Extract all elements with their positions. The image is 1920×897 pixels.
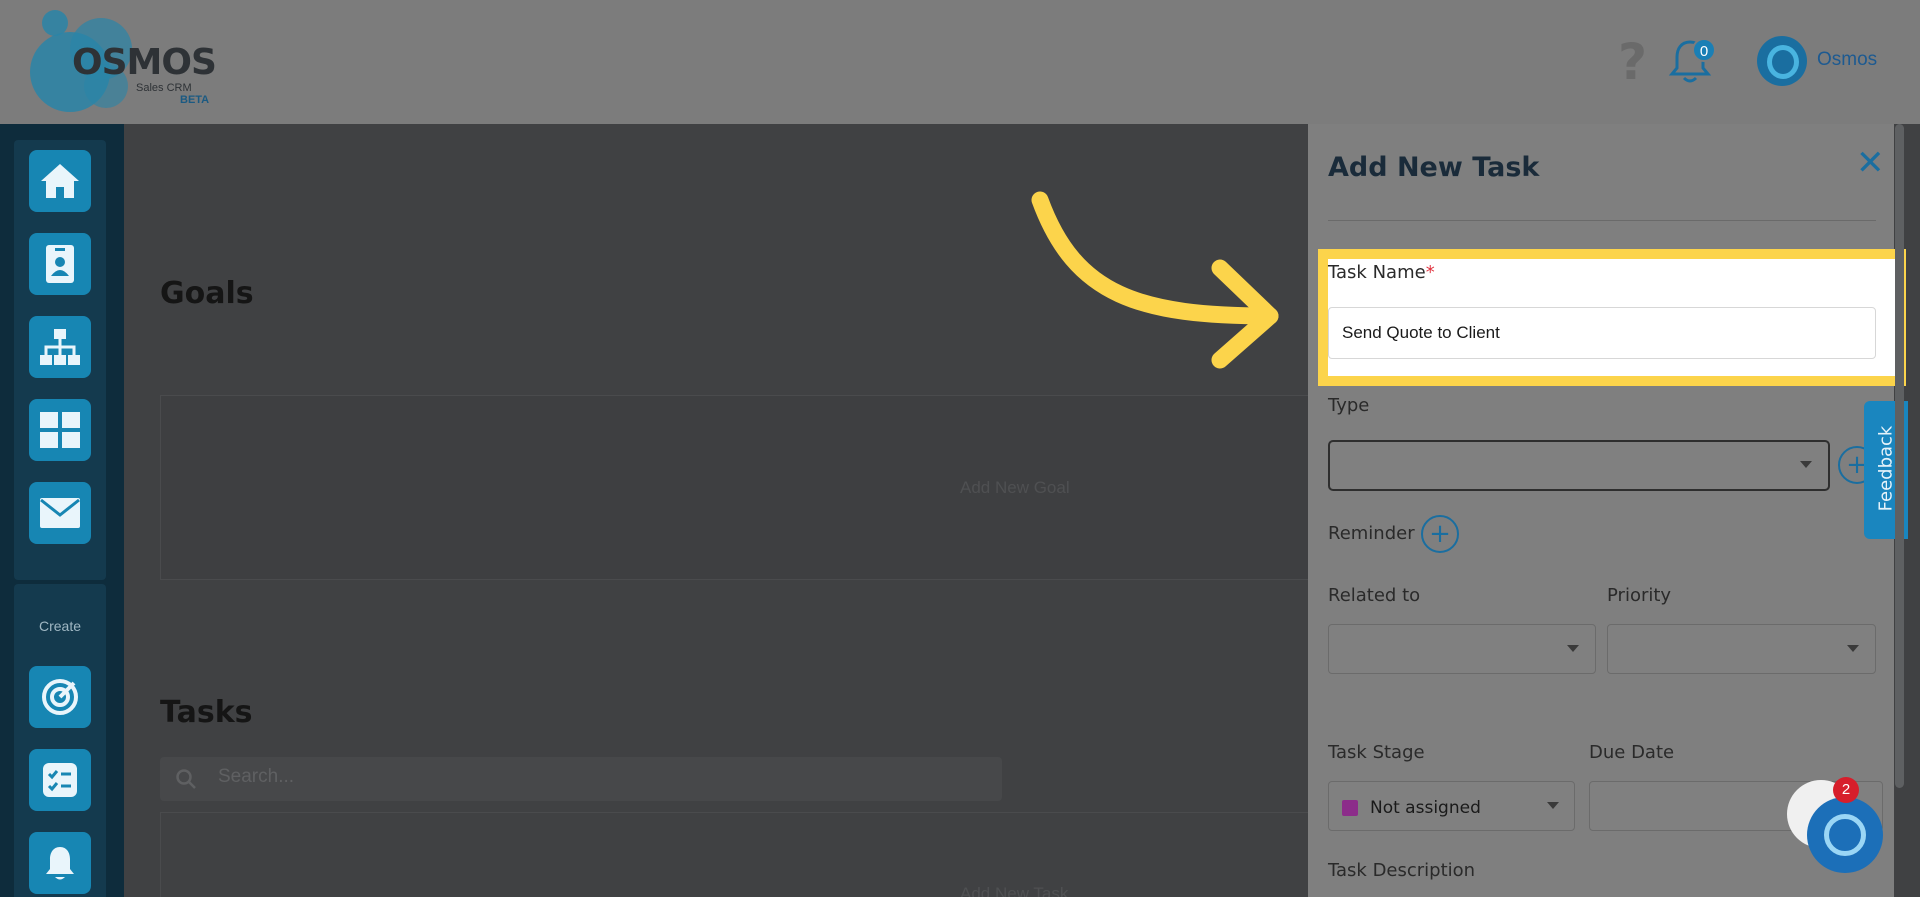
task-stage-label: Task Stage — [1328, 742, 1425, 763]
home-icon — [41, 164, 79, 198]
logo-beta-tag: BETA — [180, 94, 210, 106]
drawer-title: Add New Task — [1328, 152, 1540, 183]
chevron-down-icon — [1547, 802, 1559, 809]
tasks-search-input[interactable]: Search... — [218, 766, 294, 788]
sidebar-create-reminder-button[interactable] — [29, 832, 91, 894]
add-reminder-button[interactable]: + — [1421, 515, 1459, 553]
feedback-label: Feedback — [1875, 425, 1897, 512]
add-new-task-link[interactable]: Add New Task — [960, 884, 1068, 897]
org-chart-icon — [40, 329, 80, 365]
task-name-label: Task Name* — [1328, 262, 1435, 283]
related-to-select[interactable] — [1328, 624, 1596, 674]
type-label: Type — [1328, 395, 1370, 416]
logo-word: OSMOS — [72, 42, 217, 83]
top-header: OSMOS Sales CRM BETA ? 0 Osmos — [0, 0, 1920, 124]
sidebar-create-label: Create — [38, 618, 82, 634]
add-new-goal-link[interactable]: Add New Goal — [960, 478, 1070, 498]
task-name-label-text: Task Name — [1328, 262, 1426, 283]
related-to-label: Related to — [1328, 585, 1421, 606]
sidebar-create-group: Create — [14, 584, 106, 897]
required-asterisk: * — [1425, 262, 1435, 283]
stage-color-swatch — [1342, 800, 1358, 816]
tasks-panel — [160, 812, 1330, 897]
target-icon — [42, 679, 78, 715]
contact-card-icon — [46, 245, 74, 283]
sidebar-nav-group — [14, 140, 106, 580]
scrollbar-thumb[interactable] — [1895, 124, 1904, 788]
goals-panel — [160, 395, 1330, 580]
checklist-icon — [43, 763, 77, 797]
drawer-divider — [1328, 220, 1876, 221]
sidebar-mail-button[interactable] — [29, 482, 91, 544]
task-description-label: Task Description — [1328, 860, 1476, 881]
grid-icon — [40, 412, 80, 448]
help-icon[interactable]: ? — [1618, 36, 1647, 88]
left-sidebar: Create — [0, 124, 124, 897]
close-icon[interactable]: ✕ — [1856, 146, 1885, 180]
tasks-heading: Tasks — [160, 695, 253, 730]
mail-icon — [40, 498, 80, 528]
notification-count-badge: 0 — [1692, 38, 1716, 62]
search-icon — [176, 769, 196, 789]
tutorial-arrow-icon — [1031, 191, 1279, 369]
sidebar-hierarchy-button[interactable] — [29, 316, 91, 378]
chevron-down-icon — [1567, 645, 1579, 652]
task-name-input[interactable]: Send Quote to Client — [1328, 307, 1876, 359]
task-stage-value: Not assigned — [1370, 798, 1481, 818]
goals-heading: Goals — [160, 276, 254, 311]
chat-widget-button[interactable] — [1807, 797, 1883, 873]
sidebar-create-task-button[interactable] — [29, 749, 91, 811]
bell-icon — [46, 847, 74, 880]
user-avatar[interactable] — [1757, 36, 1807, 86]
chat-unread-badge: 2 — [1833, 777, 1859, 803]
sidebar-contacts-button[interactable] — [29, 233, 91, 295]
priority-select[interactable] — [1607, 624, 1876, 674]
chevron-down-icon — [1847, 645, 1859, 652]
sidebar-dashboard-button[interactable] — [29, 399, 91, 461]
user-name[interactable]: Osmos — [1817, 49, 1877, 71]
type-select[interactable] — [1328, 440, 1830, 491]
logo-subtitle: Sales CRM — [136, 82, 192, 94]
sidebar-home-button[interactable] — [29, 150, 91, 212]
reminder-label: Reminder — [1328, 523, 1415, 544]
due-date-label: Due Date — [1589, 742, 1675, 763]
osmos-logo[interactable]: OSMOS Sales CRM BETA — [30, 10, 220, 114]
priority-label: Priority — [1607, 585, 1672, 606]
sidebar-create-goal-button[interactable] — [29, 666, 91, 728]
chevron-down-icon — [1800, 461, 1812, 468]
